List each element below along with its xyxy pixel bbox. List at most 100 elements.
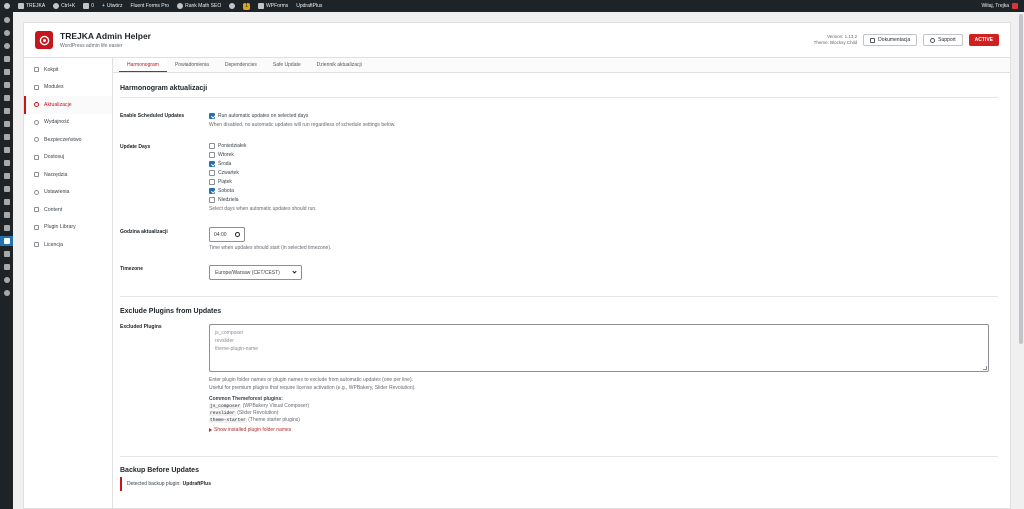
media-menu-icon[interactable]	[0, 67, 13, 77]
link-menu-icon[interactable]	[0, 158, 13, 168]
day-checkbox-niedziela[interactable]: Niedziela	[209, 195, 317, 204]
checkbox[interactable]	[209, 112, 215, 119]
excluded-plugins-label: Excluded Plugins	[120, 324, 162, 330]
nav-item-content[interactable]: Content	[24, 201, 112, 219]
main-content: Harmonogram Powiadomienia Dependencies S…	[113, 58, 1011, 509]
excluded-plugins-desc-1: Enter plugin folder names or plugin name…	[209, 377, 414, 383]
support-icon	[930, 37, 936, 43]
page-scrollbar[interactable]	[1018, 12, 1024, 509]
arrow-menu-icon-3[interactable]	[0, 145, 13, 155]
plugins-menu-icon[interactable]	[0, 197, 13, 207]
wp-admin-menu	[0, 12, 13, 509]
support-button[interactable]: Support	[923, 34, 963, 46]
excluded-plugins-textarea[interactable]: js_composer revslider theme-plugin-name	[209, 324, 989, 372]
update-time-description: Time when updates should start (in selec…	[209, 245, 332, 251]
rank-math-menu-icon[interactable]	[0, 41, 13, 51]
day-checkbox-poniedzialek[interactable]: Poniedziałek	[209, 141, 317, 150]
day-checkbox-sroda[interactable]: Środa	[209, 159, 317, 168]
nav-item-kokpit[interactable]: Kokpit	[24, 61, 112, 79]
pages-menu-icon[interactable]	[0, 80, 13, 90]
nav-item-plugin-library[interactable]: Plugin Library	[24, 219, 112, 237]
command-palette-link[interactable]: Ctrl+K	[49, 0, 79, 12]
docs-button[interactable]: Dokumentacja	[863, 34, 918, 46]
day-checkbox-czwartek[interactable]: Czwartek	[209, 168, 317, 177]
nav-item-dostosuj[interactable]: Dostosuj	[24, 149, 112, 167]
rank-math-link[interactable]: Rank Math SEO	[173, 0, 225, 12]
nav-item-modules[interactable]: Modules	[24, 79, 112, 97]
update-time-label: Godzina aktualizacji	[120, 229, 168, 235]
common-plugins-title: Common Themeforest plugins:	[209, 396, 283, 402]
nav-item-bezpieczenstwo[interactable]: Bezpieczeństwo	[24, 131, 112, 149]
enable-schedule-checkbox[interactable]: Run automatic updates on selected days	[209, 111, 396, 120]
templates-menu-icon[interactable]	[0, 171, 13, 181]
clock-icon[interactable]	[235, 232, 240, 237]
tab-harmonogram[interactable]: Harmonogram	[119, 58, 167, 72]
collapse-menu-icon[interactable]	[0, 288, 13, 298]
table-menu-icon[interactable]	[0, 249, 13, 259]
arrow-menu-icon-1[interactable]	[0, 119, 13, 129]
users-menu-icon[interactable]	[0, 210, 13, 220]
show-plugin-folders-link[interactable]: Show installed plugin folder names	[209, 427, 989, 433]
posts-menu-icon[interactable]	[0, 54, 13, 64]
trejka-menu-icon[interactable]	[0, 28, 13, 38]
nav-item-aktualizacje[interactable]: Aktualizacje	[24, 96, 112, 114]
forms-menu-icon[interactable]	[0, 106, 13, 116]
timezone-control: Europe/Warsaw (CET/CEST)	[209, 265, 302, 280]
code-menu-icon[interactable]	[0, 262, 13, 272]
nav-item-licencja[interactable]: Licencja	[24, 236, 112, 254]
comment-icon	[83, 3, 90, 9]
fluent-forms-link[interactable]: Fluent Forms Pro	[126, 0, 173, 12]
tab-powiadomienia[interactable]: Powiadomienia	[167, 58, 217, 72]
settings-menu-icon[interactable]	[0, 236, 13, 246]
excluded-plugins-desc-2: Useful for premium plugins that require …	[209, 385, 416, 391]
update-days-list: Poniedziałek Wtorek Środa Czwartek Piąte…	[209, 141, 317, 212]
day-checkbox-sobota[interactable]: Sobota	[209, 186, 317, 195]
timezone-label: Timezone	[120, 266, 143, 272]
key-icon	[34, 242, 39, 248]
dashboard-menu-icon[interactable]	[0, 15, 13, 25]
triangle-right-icon	[209, 428, 212, 432]
updraftplus-link[interactable]: UpdraftPlus	[292, 0, 326, 12]
common-plugin-row: js_composer (WPBakery Visual Composer)	[209, 403, 310, 409]
nav-item-ustawienia[interactable]: Ustawienia	[24, 184, 112, 202]
home-icon	[18, 3, 24, 9]
section-divider	[120, 296, 998, 297]
plus-icon: +	[101, 3, 105, 9]
new-content-link[interactable]: + Utwórz	[98, 0, 126, 12]
info-link[interactable]	[225, 0, 239, 12]
avatar	[1012, 3, 1018, 9]
brush-icon	[34, 154, 39, 160]
tab-bar: Harmonogram Powiadomienia Dependencies S…	[113, 58, 1010, 73]
plugin-title: TREJKA Admin Helper	[60, 31, 151, 41]
comments-link[interactable]: 0	[79, 0, 98, 12]
tab-update-log[interactable]: Dziennik aktualizacji	[309, 58, 370, 72]
nav-item-wydajnosc[interactable]: Wydajność	[24, 114, 112, 132]
logo-icon	[39, 35, 49, 45]
security-menu-icon[interactable]	[0, 275, 13, 285]
wpforms-link[interactable]: WPForms	[254, 0, 292, 12]
tools-menu-icon[interactable]	[0, 223, 13, 233]
wp-logo-icon[interactable]	[0, 0, 14, 12]
site-name-link[interactable]: TREJKA	[14, 0, 49, 12]
arrow-menu-icon-2[interactable]	[0, 132, 13, 142]
tab-dependencies[interactable]: Dependencies	[217, 58, 265, 72]
day-checkbox-piatek[interactable]: Piątek	[209, 177, 317, 186]
update-time-input[interactable]: 04:00	[209, 227, 245, 242]
update-days-description: Select days when automatic updates shoul…	[209, 206, 317, 212]
notification-badge: 1	[243, 2, 251, 10]
status-badge: ACTIVE	[968, 34, 999, 46]
shield-icon	[34, 137, 39, 143]
notification-link[interactable]: 1	[239, 0, 254, 12]
account-menu[interactable]: Witaj, Trejka	[981, 3, 1024, 9]
section-divider	[120, 97, 998, 98]
exclude-section-title: Exclude Plugins from Updates	[120, 308, 222, 315]
search-icon	[53, 3, 60, 9]
timezone-select[interactable]: Europe/Warsaw (CET/CEST)	[209, 265, 302, 280]
appearance-menu-icon[interactable]	[0, 184, 13, 194]
scrollbar-thumb[interactable]	[1019, 14, 1023, 344]
version-info: Version: 1.13.2 Theme: Blocksy Child	[813, 34, 858, 45]
day-checkbox-wtorek[interactable]: Wtorek	[209, 150, 317, 159]
tab-safe-update[interactable]: Safe Update	[265, 58, 309, 72]
nav-item-narzedzia[interactable]: Narzędzia	[24, 166, 112, 184]
comments-menu-icon[interactable]	[0, 93, 13, 103]
